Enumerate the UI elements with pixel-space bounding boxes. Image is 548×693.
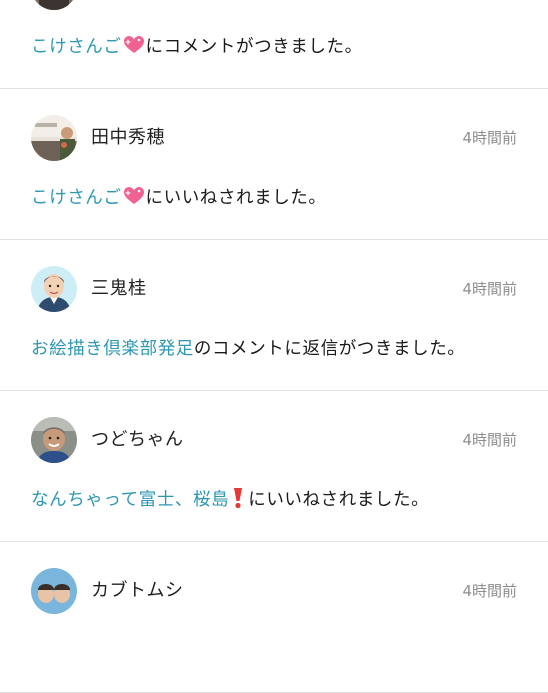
notification-message: こけさんご にいいねされました。 — [31, 185, 327, 211]
username[interactable]: つどちゃん — [91, 427, 184, 453]
username[interactable]: 田中秀穂 — [91, 125, 165, 151]
post-link[interactable]: なんちゃって富士、桜島 — [31, 490, 229, 510]
avatar[interactable] — [31, 266, 77, 312]
avatar[interactable] — [31, 417, 77, 463]
notification-message: なんちゃって富士、桜島 にいいねされました。 — [31, 487, 429, 513]
notification-item[interactable]: つどちゃん 4時間前 なんちゃって富士、桜島 にいいねされました。 — [0, 391, 548, 542]
sparkling-heart-icon — [123, 36, 144, 53]
sparkling-heart-icon — [123, 187, 144, 204]
notification-feed: こけさんご にコメントがつきました。 田中秀穂 4時間前 こけさんご にいいねされま… — [0, 0, 548, 693]
notification-item[interactable]: 田中秀穂 4時間前 こけさんご にいいねされました。 — [0, 89, 548, 240]
post-link[interactable]: お絵描き倶楽部発足 — [31, 339, 194, 359]
avatar[interactable] — [31, 0, 77, 10]
notification-item[interactable]: カブトムシ 4時間前 — [0, 542, 548, 693]
red-exclamation-icon — [234, 488, 243, 509]
timestamp: 4時間前 — [462, 582, 517, 600]
avatar[interactable] — [31, 568, 77, 614]
post-link[interactable]: こけさんご — [31, 37, 122, 57]
avatar[interactable] — [31, 115, 77, 161]
username[interactable]: 三鬼桂 — [91, 276, 147, 302]
notification-item[interactable]: 三鬼桂 4時間前 お絵描き倶楽部発足のコメントに返信がつきました。 — [0, 240, 548, 391]
timestamp: 4時間前 — [462, 431, 517, 449]
post-link[interactable]: こけさんご — [31, 188, 122, 208]
timestamp: 4時間前 — [462, 280, 517, 298]
message-text: のコメントに返信がつきました。 — [193, 339, 466, 359]
timestamp: 4時間前 — [462, 129, 517, 147]
notification-message: お絵描き倶楽部発足のコメントに返信がつきました。 — [31, 336, 465, 362]
message-text: にいいねされました。 — [145, 188, 327, 208]
message-text: にいいねされました。 — [248, 490, 430, 510]
notification-item[interactable]: こけさんご にコメントがつきました。 — [0, 0, 548, 89]
message-text: にコメントがつきました。 — [145, 37, 363, 57]
username[interactable]: カブトムシ — [91, 578, 184, 604]
notification-message: こけさんご にコメントがつきました。 — [31, 34, 363, 60]
